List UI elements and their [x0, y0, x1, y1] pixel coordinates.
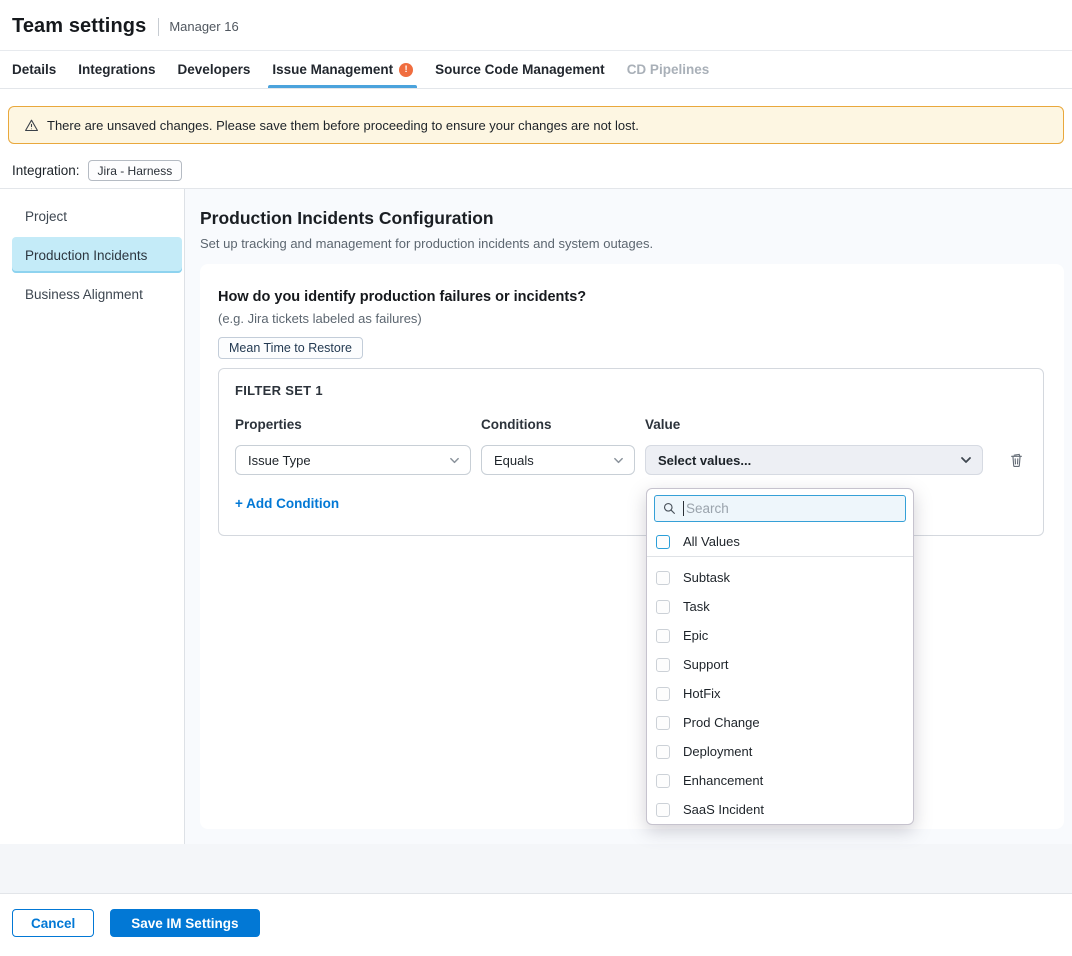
- option-deployment-label: Deployment: [683, 744, 752, 759]
- question-heading: How do you identify production failures …: [218, 289, 1044, 305]
- option-task[interactable]: Task: [647, 592, 913, 621]
- checkbox-all-values[interactable]: [656, 535, 670, 549]
- option-epic[interactable]: Epic: [647, 621, 913, 650]
- checkbox-saas-incident[interactable]: [656, 803, 670, 817]
- sidebar-item-production-incidents[interactable]: Production Incidents: [12, 237, 182, 273]
- tab-details[interactable]: Details: [12, 51, 56, 88]
- tab-cd-pipelines: CD Pipelines: [627, 51, 710, 88]
- value-dropdown-panel: All Values Subtask Task Epic Support Hot…: [646, 488, 914, 825]
- tab-bar: Details Integrations Developers Issue Ma…: [0, 51, 1072, 89]
- add-condition-button[interactable]: + Add Condition: [235, 496, 339, 511]
- trash-icon: [1009, 452, 1024, 468]
- checkbox-epic[interactable]: [656, 629, 670, 643]
- checkbox-subtask[interactable]: [656, 571, 670, 585]
- integration-label: Integration:: [12, 163, 80, 178]
- tab-issue-management-label: Issue Management: [272, 62, 393, 77]
- page-title: Team settings: [12, 15, 146, 38]
- tab-source-code-management-label: Source Code Management: [435, 62, 605, 77]
- warning-text: There are unsaved changes. Please save t…: [47, 118, 639, 133]
- dropdown-search-box: [654, 495, 906, 522]
- tab-developers-label: Developers: [178, 62, 251, 77]
- tab-details-label: Details: [12, 62, 56, 77]
- integration-chip: Jira - Harness: [88, 160, 183, 181]
- sidebar-item-business-alignment[interactable]: Business Alignment: [0, 276, 184, 312]
- properties-column-label: Properties: [235, 417, 471, 432]
- option-hotfix-label: HotFix: [683, 686, 721, 701]
- team-settings-page: Team settings Manager 16 Details Integra…: [0, 0, 1072, 956]
- filter-set-1: FILTER SET 1 Properties Conditions Value…: [218, 368, 1044, 536]
- settings-sidebar: Project Production Incidents Business Al…: [0, 189, 185, 844]
- checkbox-hotfix[interactable]: [656, 687, 670, 701]
- sidebar-item-project-label: Project: [25, 209, 67, 224]
- checkbox-prod-change[interactable]: [656, 716, 670, 730]
- sidebar-item-project[interactable]: Project: [0, 198, 184, 234]
- sidebar-item-production-incidents-label: Production Incidents: [25, 248, 147, 263]
- option-deployment[interactable]: Deployment: [647, 737, 913, 766]
- main-panel: Production Incidents Configuration Set u…: [185, 189, 1072, 844]
- conditions-column-label: Conditions: [481, 417, 635, 432]
- section-title: Production Incidents Configuration: [200, 208, 1064, 229]
- checkbox-task[interactable]: [656, 600, 670, 614]
- value-multiselect-placeholder: Select values...: [658, 453, 751, 468]
- option-all-values-label: All Values: [683, 534, 740, 549]
- filter-grid: Properties Conditions Value Issue Type E…: [235, 417, 1027, 475]
- option-subtask-label: Subtask: [683, 570, 730, 585]
- checkbox-support[interactable]: [656, 658, 670, 672]
- option-task-label: Task: [683, 599, 710, 614]
- tab-integrations[interactable]: Integrations: [78, 51, 155, 88]
- unsaved-changes-banner: There are unsaved changes. Please save t…: [8, 106, 1064, 144]
- option-saas-incident-label: SaaS Incident: [683, 802, 764, 817]
- condition-select-value: Equals: [494, 453, 534, 468]
- search-icon: [663, 502, 676, 515]
- value-column-label: Value: [645, 417, 983, 432]
- metric-chip[interactable]: Mean Time to Restore: [218, 337, 363, 359]
- condition-select[interactable]: Equals: [481, 445, 635, 475]
- property-select[interactable]: Issue Type: [235, 445, 471, 475]
- save-im-settings-button[interactable]: Save IM Settings: [110, 909, 259, 937]
- footer-action-bar: Cancel Save IM Settings: [0, 893, 1072, 952]
- option-all-values[interactable]: All Values: [647, 528, 913, 555]
- tab-cd-pipelines-label: CD Pipelines: [627, 62, 710, 77]
- chevron-down-icon: [960, 454, 972, 466]
- option-hotfix[interactable]: HotFix: [647, 679, 913, 708]
- option-epic-label: Epic: [683, 628, 708, 643]
- option-support[interactable]: Support: [647, 650, 913, 679]
- checkbox-enhancement[interactable]: [656, 774, 670, 788]
- delete-filter-button[interactable]: [1002, 446, 1030, 474]
- value-multiselect[interactable]: Select values...: [645, 445, 983, 475]
- unsaved-changes-badge-icon: !: [399, 63, 413, 77]
- chevron-down-icon: [449, 455, 460, 466]
- checkbox-deployment[interactable]: [656, 745, 670, 759]
- dropdown-divider: [647, 556, 913, 557]
- tab-developers[interactable]: Developers: [178, 51, 251, 88]
- cancel-button[interactable]: Cancel: [12, 909, 94, 937]
- option-enhancement[interactable]: Enhancement: [647, 766, 913, 795]
- option-support-label: Support: [683, 657, 729, 672]
- tab-issue-management[interactable]: Issue Management !: [272, 51, 413, 88]
- option-customer-notification[interactable]: Customer Notification: [647, 824, 913, 825]
- property-select-value: Issue Type: [248, 453, 311, 468]
- tab-source-code-management[interactable]: Source Code Management: [435, 51, 605, 88]
- title-divider: [158, 18, 159, 36]
- option-enhancement-label: Enhancement: [683, 773, 763, 788]
- page-subtitle: Manager 16: [169, 19, 238, 34]
- section-subtitle: Set up tracking and management for produ…: [200, 236, 1064, 251]
- chevron-down-icon: [613, 455, 624, 466]
- option-prod-change-label: Prod Change: [683, 715, 760, 730]
- dropdown-search-input[interactable]: [684, 496, 905, 521]
- page-header: Team settings Manager 16: [0, 0, 1072, 51]
- option-saas-incident[interactable]: SaaS Incident: [647, 795, 913, 824]
- warning-icon: [24, 118, 39, 133]
- option-prod-change[interactable]: Prod Change: [647, 708, 913, 737]
- filter-set-title: FILTER SET 1: [235, 383, 1027, 398]
- bottom-strip: [0, 844, 1072, 893]
- question-hint: (e.g. Jira tickets labeled as failures): [218, 311, 1044, 326]
- sidebar-item-business-alignment-label: Business Alignment: [25, 287, 143, 302]
- tab-integrations-label: Integrations: [78, 62, 155, 77]
- configuration-card: How do you identify production failures …: [200, 264, 1064, 829]
- option-subtask[interactable]: Subtask: [647, 563, 913, 592]
- integration-row: Integration: Jira - Harness: [12, 160, 1060, 181]
